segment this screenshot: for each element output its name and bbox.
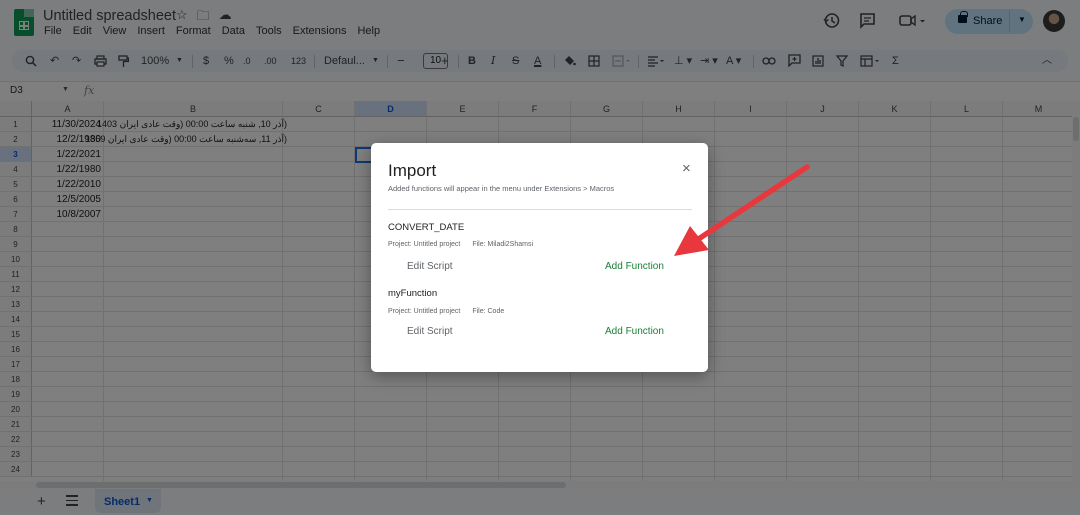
function-file: File: Code <box>472 308 505 315</box>
function-meta: Project: Untitled project File: Code <box>388 308 514 315</box>
function-project: Project: Untitled project <box>388 241 461 248</box>
function-file: File: Miladi2Shamsi <box>472 241 534 248</box>
dialog-subtitle: Added functions will appear in the menu … <box>388 184 615 193</box>
edit-script-button[interactable]: Edit Script <box>407 326 453 337</box>
dialog-title: Import <box>388 161 437 180</box>
close-icon[interactable]: × <box>682 161 691 176</box>
function-name: CONVERT_DATE <box>388 222 465 233</box>
import-dialog: Import × Added functions will appear in … <box>371 143 708 372</box>
function-name: myFunction <box>388 288 438 299</box>
function-project: Project: Untitled project <box>388 308 461 315</box>
add-function-button[interactable]: Add Function <box>605 326 664 337</box>
add-function-button[interactable]: Add Function <box>605 261 664 272</box>
edit-script-button[interactable]: Edit Script <box>407 261 453 272</box>
function-meta: Project: Untitled project File: Miladi2S… <box>388 241 543 248</box>
